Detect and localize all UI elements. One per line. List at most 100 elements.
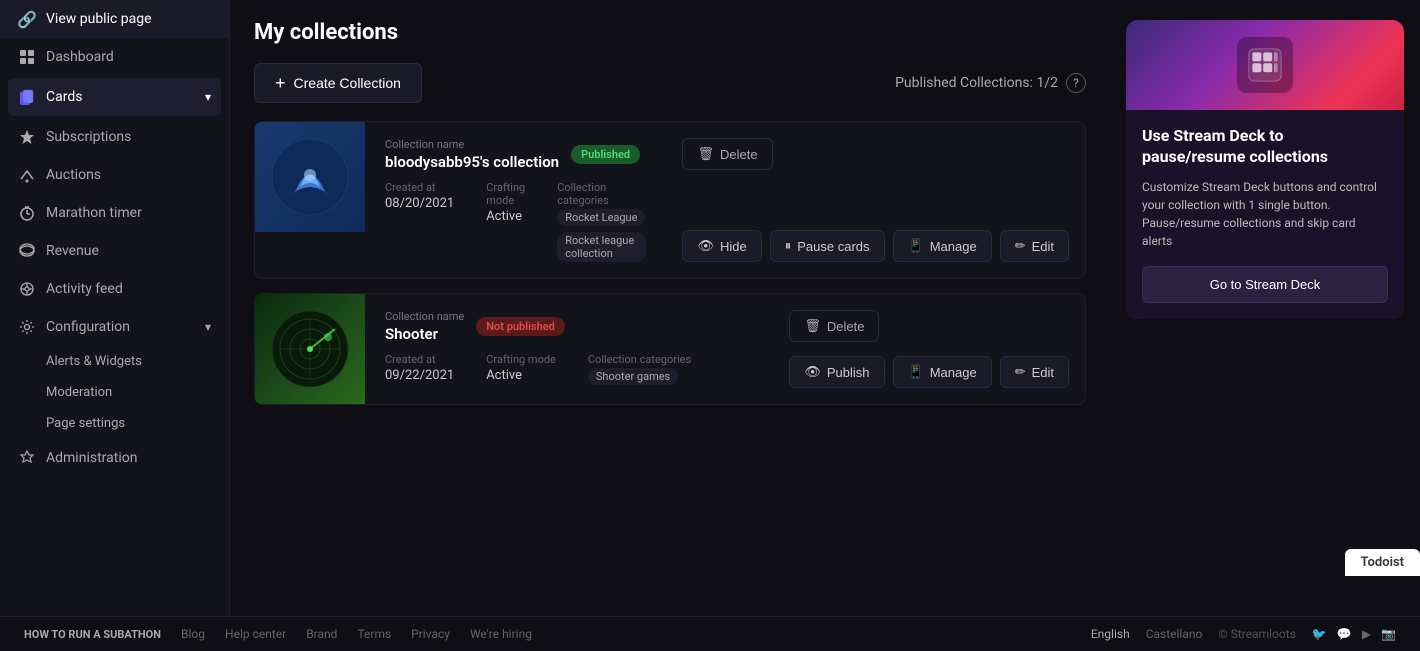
todoist-tooltip: Todoist <box>1345 549 1420 576</box>
right-panel: Use Stream Deck to pause/resume collecti… <box>1110 0 1420 616</box>
sidebar-item-label: Page settings <box>46 416 125 431</box>
footer-link-terms[interactable]: Terms <box>357 627 391 641</box>
trash-icon: 🗑 <box>804 318 821 334</box>
sidebar-item-subscriptions[interactable]: Subscriptions <box>0 118 229 156</box>
plus-icon: + <box>275 74 286 92</box>
manage-icon: 📱 <box>908 238 924 254</box>
config-icon <box>18 318 36 336</box>
sidebar-item-auctions[interactable]: Auctions <box>0 156 229 194</box>
chevron-down-icon: ▾ <box>205 90 211 104</box>
collection-thumbnail-2 <box>255 294 365 404</box>
auctions-icon <box>18 166 36 184</box>
category-tag: Rocket League <box>557 209 645 226</box>
discord-icon[interactable]: 💬 <box>1337 627 1352 641</box>
instagram-icon[interactable]: 📷 <box>1381 627 1396 641</box>
sidebar-item-alerts-widgets[interactable]: Alerts & Widgets <box>0 346 229 377</box>
sidebar-item-configuration[interactable]: Configuration ▾ <box>0 308 229 346</box>
sidebar-item-view-public-page[interactable]: 🔗 View public page <box>0 0 229 38</box>
footer-link-blog[interactable]: Blog <box>181 627 205 641</box>
main-content: My collections + Create Collection Publi… <box>230 0 1110 616</box>
sidebar-item-label: Subscriptions <box>46 129 131 145</box>
pause-icon: ⏸ <box>785 238 792 254</box>
manage-button-2[interactable]: 📱 Manage <box>893 356 992 388</box>
edit-button-2[interactable]: ✏ Edit <box>1000 356 1069 388</box>
stream-deck-body: Use Stream Deck to pause/resume collecti… <box>1126 110 1404 319</box>
sidebar-item-label: Dashboard <box>46 49 114 65</box>
collection-name-label-2: Collection name Shooter <box>385 310 464 343</box>
footer-lang-english[interactable]: English <box>1091 627 1130 641</box>
sidebar-item-label: Auctions <box>46 167 101 183</box>
cards-icon <box>18 88 36 106</box>
footer-right: English Castellano © Streamloots 🐦 💬 ▶ 📷 <box>1091 627 1396 641</box>
categories-2: Collection categories Shooter games <box>588 353 691 385</box>
toolbar: + Create Collection Published Collection… <box>254 63 1086 103</box>
categories-tags-2: Shooter games <box>588 368 691 385</box>
sidebar-item-label: Administration <box>46 450 137 466</box>
link-icon: 🔗 <box>18 10 36 28</box>
sidebar-item-revenue[interactable]: Revenue <box>0 232 229 270</box>
sidebar-item-cards[interactable]: Cards ▾ <box>8 78 221 116</box>
status-badge-2: Not published <box>476 317 565 336</box>
sidebar-item-marathon-timer[interactable]: Marathon timer <box>0 194 229 232</box>
footer-link-privacy[interactable]: Privacy <box>411 627 450 641</box>
sidebar-item-moderation[interactable]: Moderation <box>0 377 229 408</box>
created-at-1: Created at 08/20/2021 <box>385 181 454 262</box>
edit-icon: ✏ <box>1015 364 1026 380</box>
sidebar-item-label: Marathon timer <box>46 205 142 221</box>
manage-button-1[interactable]: 📱 Manage <box>893 230 992 262</box>
revenue-icon <box>18 242 36 260</box>
action-buttons-2: 👁 Publish 📱 Manage ✏ Edit <box>789 356 1069 388</box>
collection-info-1: Collection name bloodysabb95's collectio… <box>365 122 666 278</box>
sidebar-item-label: Activity feed <box>46 281 123 297</box>
stream-deck-card: Use Stream Deck to pause/resume collecti… <box>1126 20 1404 319</box>
collection-name-label-1: Collection name bloodysabb95's collectio… <box>385 138 559 171</box>
sidebar-item-label: Alerts & Widgets <box>46 354 142 369</box>
publish-button-2[interactable]: 👁 Publish <box>789 356 884 388</box>
collection-info-2: Collection name Shooter Not published Cr… <box>365 294 773 404</box>
trash-icon: 🗑 <box>697 146 714 162</box>
go-to-stream-deck-button[interactable]: Go to Stream Deck <box>1142 266 1388 303</box>
footer-link-subathon[interactable]: HOW TO RUN A SUBATHON <box>24 628 161 641</box>
eye-icon: 👁 <box>804 364 821 380</box>
sidebar-item-dashboard[interactable]: Dashboard <box>0 38 229 76</box>
published-count: Published Collections: 1/2 <box>895 75 1058 91</box>
sidebar-item-administration[interactable]: Administration <box>0 439 229 477</box>
edit-icon: ✏ <box>1015 238 1026 254</box>
youtube-icon[interactable]: ▶ <box>1362 627 1371 641</box>
action-buttons-1: 👁 Hide ⏸ Pause cards 📱 Manage ✏ Edit <box>682 230 1069 262</box>
categories-tags-1: Rocket League Rocket league collection <box>557 209 646 262</box>
sidebar: 🔗 View public page Dashboard Cards ▾ Sub… <box>0 0 230 616</box>
sidebar-item-label: Revenue <box>46 243 99 259</box>
footer-lang-castellano[interactable]: Castellano <box>1146 627 1203 641</box>
sidebar-item-page-settings[interactable]: Page settings <box>0 408 229 439</box>
star-icon <box>18 128 36 146</box>
page-title: My collections <box>254 20 1086 45</box>
sidebar-item-label: View public page <box>46 11 152 27</box>
twitter-icon[interactable]: 🐦 <box>1312 627 1327 641</box>
pause-cards-button-1[interactable]: ⏸ Pause cards <box>770 230 885 262</box>
dashboard-icon <box>18 48 36 66</box>
sidebar-item-label: Cards <box>46 89 82 105</box>
footer-copyright: © Streamloots <box>1218 627 1296 641</box>
footer-link-help[interactable]: Help center <box>225 627 286 641</box>
help-icon[interactable]: ? <box>1066 73 1086 93</box>
stream-deck-icon <box>1237 37 1293 93</box>
edit-button-1[interactable]: ✏ Edit <box>1000 230 1069 262</box>
crafting-mode-1: Crafting mode Active <box>486 181 525 262</box>
collection-card-1: Collection name bloodysabb95's collectio… <box>254 121 1086 279</box>
footer-link-brand[interactable]: Brand <box>306 627 337 641</box>
eye-icon: 👁 <box>697 238 714 254</box>
activity-icon <box>18 280 36 298</box>
category-tag: Rocket league collection <box>557 232 646 262</box>
footer-social-icons: 🐦 💬 ▶ 📷 <box>1312 627 1396 641</box>
hide-button-1[interactable]: 👁 Hide <box>682 230 761 262</box>
sidebar-item-label: Configuration <box>46 319 130 335</box>
footer-link-hiring[interactable]: We're hiring <box>470 627 532 641</box>
delete-button-1[interactable]: 🗑 Delete <box>682 138 772 170</box>
delete-button-2[interactable]: 🗑 Delete <box>789 310 879 342</box>
status-badge-1: Published <box>571 145 640 164</box>
create-collection-button[interactable]: + Create Collection <box>254 63 422 103</box>
sidebar-item-activity-feed[interactable]: Activity feed <box>0 270 229 308</box>
chevron-down-icon: ▾ <box>205 320 211 334</box>
collection-meta-1: Created at 08/20/2021 Crafting mode Acti… <box>385 181 646 262</box>
